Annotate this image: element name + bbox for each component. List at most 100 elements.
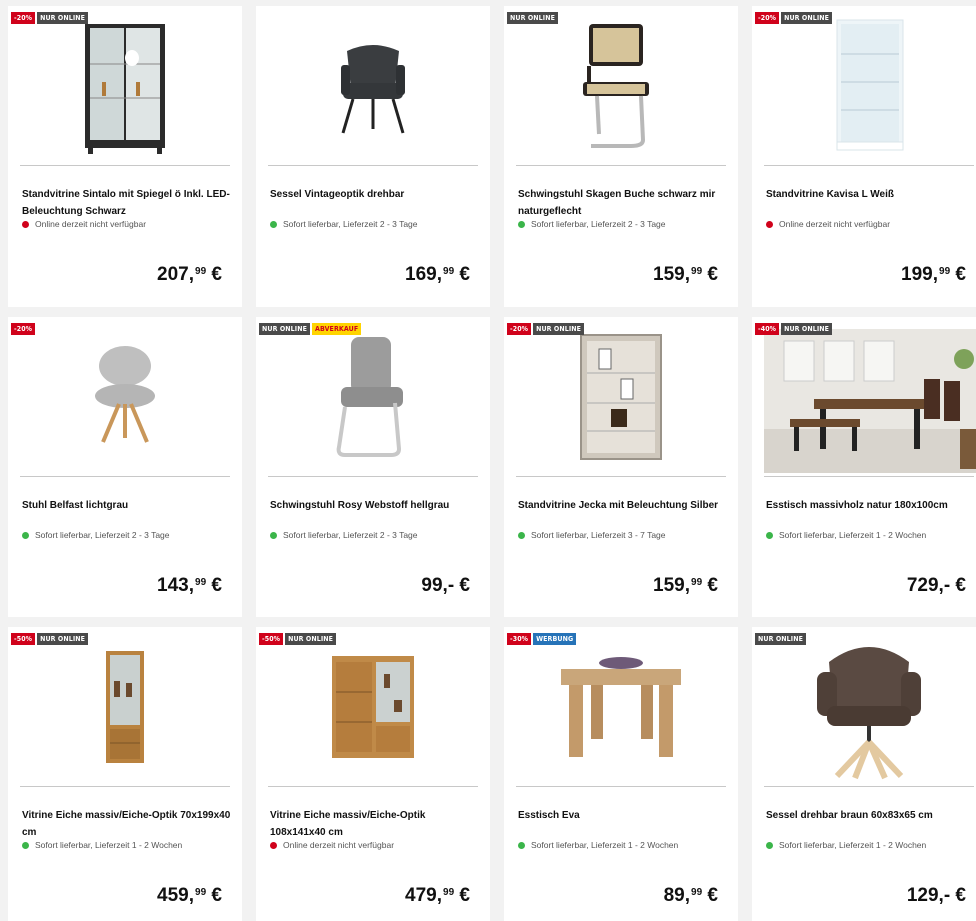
price-cents: 99 [939, 266, 951, 277]
availability-text: Online derzeit nicht verfügbar [35, 219, 147, 229]
badge-group: -20% NUR ONLINE [755, 12, 833, 24]
badge: -20% [755, 12, 780, 24]
badge-group: -20% NUR ONLINE [11, 12, 89, 24]
price-main: 479, [405, 885, 443, 906]
product-title[interactable]: Sessel drehbar braun 60x83x65 cm [766, 807, 976, 824]
product-image[interactable] [8, 627, 242, 787]
availability: Sofort lieferbar, Lieferzeit 1 - 2 Woche… [518, 840, 678, 850]
product-card[interactable]: -20% NUR ONLINE Standvitrine Jecka mit Be… [504, 317, 738, 617]
product-image[interactable] [504, 627, 738, 787]
product-card[interactable]: NUR ONLINE Sessel drehbar braun 60x83x65… [752, 627, 976, 921]
price-cents: 99 [443, 266, 455, 277]
status-dot-icon [270, 531, 277, 539]
product-image[interactable] [764, 329, 976, 473]
status-dot-icon [766, 841, 773, 849]
product-title[interactable]: Schwingstuhl Skagen Buche schwarz mir na… [518, 186, 730, 220]
price-cents: 99 [195, 266, 207, 277]
product-image[interactable] [504, 317, 738, 477]
badge: NUR ONLINE [781, 12, 833, 24]
availability: Sofort lieferbar, Lieferzeit 1 - 2 Woche… [22, 840, 182, 850]
status-dot-icon [22, 220, 29, 228]
price-currency: € [211, 264, 222, 285]
product-image[interactable] [504, 6, 738, 166]
availability: Sofort lieferbar, Lieferzeit 2 - 3 Tage [270, 219, 418, 229]
status-dot-icon [22, 531, 29, 539]
availability: Sofort lieferbar, Lieferzeit 1 - 2 Woche… [766, 530, 926, 540]
badge: NUR ONLINE [781, 323, 833, 335]
badge-group: -20% [11, 323, 36, 335]
price-main: 207, [157, 264, 195, 285]
price-main: 99,- € [421, 575, 470, 596]
status-dot-icon [518, 220, 525, 228]
product-card[interactable]: -40% NUR ONLINE Esstisch massivholz natu… [752, 317, 976, 617]
product-title[interactable]: Vitrine Eiche massiv/Eiche-Optik 70x199x… [22, 807, 234, 841]
product-title[interactable]: Standvitrine Kavisa L Weiß [766, 186, 976, 203]
product-image[interactable] [256, 627, 490, 787]
availability-text: Online derzeit nicht verfügbar [779, 219, 891, 229]
price-main: 143, [157, 575, 195, 596]
status-dot-icon [518, 531, 525, 539]
product-card[interactable]: -50% NUR ONLINE Vitrine Eiche massiv/Eich… [8, 627, 242, 921]
price-main: 729,- € [906, 575, 966, 596]
price-cents: 99 [691, 887, 703, 898]
price-currency: € [707, 885, 718, 906]
availability: Sofort lieferbar, Lieferzeit 2 - 3 Tage [270, 530, 418, 540]
price-cents: 99 [195, 577, 207, 588]
badge: NUR ONLINE [37, 633, 89, 645]
product-card[interactable]: -30% WERBUNG Esstisch Eva Sofort lieferba… [504, 627, 738, 921]
price-currency: € [707, 575, 718, 596]
product-image[interactable] [256, 317, 490, 477]
badge: -30% [507, 633, 532, 645]
divider [516, 165, 726, 166]
badge-group: -20% NUR ONLINE [507, 323, 585, 335]
product-title[interactable]: Standvitrine Sintalo mit Spiegel ö Inkl.… [22, 186, 234, 220]
status-dot-icon [22, 841, 29, 849]
badge-group: NUR ONLINE ABVERKAUF [259, 323, 362, 335]
product-title[interactable]: Stuhl Belfast lichtgrau [22, 497, 234, 514]
product-price: 207,99 € [157, 264, 222, 286]
product-price: 89,99 € [664, 885, 718, 907]
badge: ABVERKAUF [311, 323, 362, 335]
product-title[interactable]: Vitrine Eiche massiv/Eiche-Optik 108x141… [270, 807, 482, 841]
badge-group: -50% NUR ONLINE [11, 633, 89, 645]
availability: Sofort lieferbar, Lieferzeit 1 - 2 Woche… [766, 840, 926, 850]
product-card[interactable]: -20% NUR ONLINE Standvitrine Sintalo mit … [8, 6, 242, 307]
product-title[interactable]: Esstisch Eva [518, 807, 730, 824]
badge: NUR ONLINE [507, 12, 558, 24]
status-dot-icon [766, 220, 773, 228]
product-price: 159,99 € [653, 264, 718, 286]
product-image[interactable] [8, 317, 242, 477]
product-image[interactable] [752, 627, 976, 787]
divider [268, 476, 478, 477]
price-currency: € [459, 885, 470, 906]
badge: -50% [11, 633, 36, 645]
product-image[interactable] [8, 6, 242, 166]
product-title[interactable]: Standvitrine Jecka mit Beleuchtung Silbe… [518, 497, 730, 514]
badge: -20% [11, 323, 36, 335]
divider [20, 476, 230, 477]
availability-text: Sofort lieferbar, Lieferzeit 2 - 3 Tage [531, 219, 666, 229]
product-title[interactable]: Esstisch massivholz natur 180x100cm [766, 497, 976, 514]
divider [20, 786, 230, 787]
price-main: 159, [653, 264, 691, 285]
product-card[interactable]: NUR ONLINE ABVERKAUF Schwingstuhl Rosy We… [256, 317, 490, 617]
product-image[interactable] [256, 6, 490, 166]
badge-group: -30% WERBUNG [507, 633, 577, 645]
product-card[interactable]: NUR ONLINE Schwingstuhl Skagen Buche sch… [504, 6, 738, 307]
product-card[interactable]: Sessel Vintageoptik drehbar Sofort liefe… [256, 6, 490, 307]
availability-text: Sofort lieferbar, Lieferzeit 3 - 7 Tage [531, 530, 666, 540]
availability: Online derzeit nicht verfügbar [766, 219, 890, 229]
availability: Sofort lieferbar, Lieferzeit 3 - 7 Tage [518, 530, 666, 540]
price-main: 199, [901, 264, 939, 285]
product-card[interactable]: -20% Stuhl Belfast lichtgrau Sofort lief… [8, 317, 242, 617]
product-card[interactable]: -20% NUR ONLINE Standvitrine Kavisa L Wei… [752, 6, 976, 307]
product-price: 199,99 € [901, 264, 966, 286]
availability-text: Sofort lieferbar, Lieferzeit 2 - 3 Tage [35, 530, 170, 540]
product-card[interactable]: -50% NUR ONLINE Vitrine Eiche massiv/Eich… [256, 627, 490, 921]
product-image[interactable] [752, 6, 976, 166]
price-cents: 99 [443, 887, 455, 898]
badge-group: NUR ONLINE [507, 12, 558, 24]
product-title[interactable]: Sessel Vintageoptik drehbar [270, 186, 482, 203]
product-title[interactable]: Schwingstuhl Rosy Webstoff hellgrau [270, 497, 482, 514]
price-currency: € [211, 575, 222, 596]
